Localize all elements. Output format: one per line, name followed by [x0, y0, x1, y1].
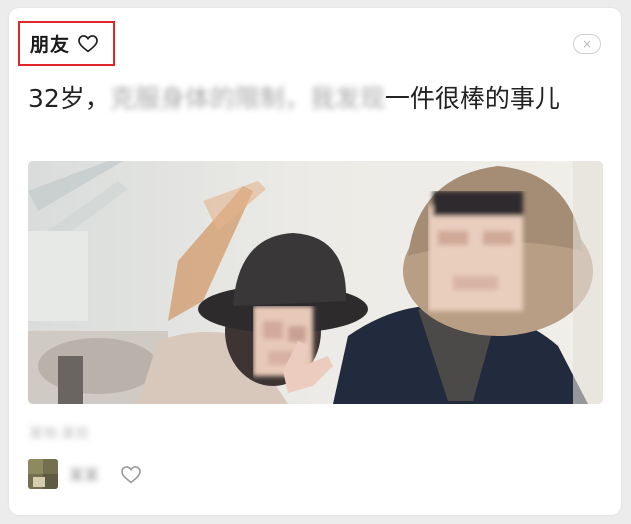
photo-illustration	[28, 161, 603, 404]
post-text-start: 32岁，	[28, 84, 110, 113]
author-name[interactable]: 某某	[69, 464, 109, 484]
close-button[interactable]: ×	[573, 34, 601, 54]
post-text-blurred-1: 克服身体的限制，	[109, 84, 310, 113]
post-location: 某地·某处	[29, 426, 90, 442]
header-highlight: 朋友	[18, 21, 115, 66]
post-text: 32岁，克服身体的限制，我发现一件很棒的事儿	[28, 80, 608, 117]
post-card: 朋友 × 32岁，克服身体的限制，我发现一件很棒的事儿 某地·某处 某某	[9, 8, 621, 515]
author-avatar[interactable]	[28, 459, 58, 489]
like-heart-icon[interactable]	[121, 466, 141, 488]
close-icon: ×	[581, 37, 593, 51]
card-title: 朋友	[30, 34, 71, 56]
post-text-end: 一件很棒的事儿	[384, 84, 560, 113]
post-text-blurred-2: 我发现	[309, 84, 385, 113]
heart-icon[interactable]	[78, 34, 98, 53]
post-photo[interactable]	[28, 161, 603, 404]
avatar-image	[28, 459, 58, 489]
